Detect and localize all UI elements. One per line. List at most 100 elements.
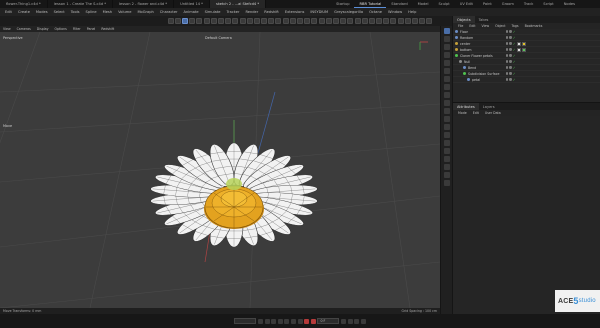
document-tab[interactable]: flower-Thing1.c4d * <box>0 0 48 8</box>
menu-select[interactable]: Select <box>51 10 68 14</box>
z-axis-button[interactable] <box>232 18 239 24</box>
object-name[interactable]: Random <box>460 36 473 40</box>
render-visibility-dot[interactable] <box>509 36 512 39</box>
menu-character[interactable]: Character <box>157 10 181 14</box>
objects-menu-view[interactable]: View <box>479 24 493 28</box>
editor-visibility-dot[interactable] <box>506 72 509 75</box>
points-icon[interactable] <box>443 36 450 42</box>
layout-tab-nodes[interactable]: Nodes <box>559 0 580 8</box>
bend-button[interactable] <box>297 18 303 24</box>
layout-tab-standard[interactable]: Standard <box>386 0 412 8</box>
material-tag-icon[interactable] <box>521 47 526 52</box>
tag-icon[interactable] <box>516 41 521 46</box>
menu-tracker[interactable]: Tracker <box>223 10 242 14</box>
viewport-projection-label[interactable]: Perspective <box>3 36 23 40</box>
snapping-button[interactable] <box>376 18 383 24</box>
edges-icon[interactable] <box>443 44 450 50</box>
key-rotation-button[interactable] <box>354 318 360 324</box>
render-visibility-dot[interactable] <box>509 48 512 51</box>
enabled-check-icon[interactable]: ✓ <box>513 30 516 34</box>
objects-menu-tags[interactable]: Tags <box>509 24 522 28</box>
objects-menu-object[interactable]: Object <box>492 24 508 28</box>
render-picture-viewer-button[interactable] <box>253 18 260 24</box>
editor-visibility-dot[interactable] <box>506 60 509 63</box>
brush-icon[interactable] <box>443 116 450 122</box>
render-visibility-dot[interactable] <box>509 42 512 45</box>
key-position-button[interactable] <box>347 318 353 324</box>
object-row[interactable]: petal ✓ <box>453 77 600 83</box>
go-to-start-button[interactable] <box>257 318 263 324</box>
layout-tab-startup[interactable]: Startup <box>331 0 354 8</box>
viewport-menu-options[interactable]: Options <box>52 27 70 31</box>
objects-menu-file[interactable]: File <box>455 24 466 28</box>
menu-extensions[interactable]: Extensions <box>282 10 308 14</box>
subdivision-surface-button[interactable] <box>282 18 289 24</box>
layout-tab-groom[interactable]: Groom <box>497 0 519 8</box>
tag-icon[interactable] <box>516 47 521 52</box>
objects-menu-bookmarks[interactable]: Bookmarks <box>522 24 546 28</box>
layout-tab-sculpt[interactable]: Sculpt <box>433 0 454 8</box>
editor-visibility-dot[interactable] <box>506 42 509 45</box>
render-visibility-dot[interactable] <box>509 54 512 57</box>
object-name[interactable]: Cloner Flower petals <box>460 54 493 58</box>
enabled-check-icon[interactable]: ✓ <box>513 78 516 82</box>
edit-render-settings-button[interactable] <box>261 18 268 24</box>
octane-button[interactable] <box>426 18 433 24</box>
object-name[interactable]: Bend <box>468 66 476 70</box>
recent-tools-button[interactable] <box>210 18 217 24</box>
object-mode-icon[interactable] <box>443 68 450 74</box>
layout-tab-paint[interactable]: Paint <box>478 0 497 8</box>
viewport-menu-view[interactable]: View <box>0 27 14 31</box>
model-mode-button[interactable] <box>332 18 339 24</box>
axis-icon[interactable] <box>443 84 450 90</box>
render-visibility-dot[interactable] <box>509 78 512 81</box>
next-key-button[interactable] <box>290 318 296 324</box>
workplane-icon[interactable] <box>443 108 450 114</box>
live-select-button[interactable] <box>182 18 188 24</box>
viewport-menu-redshift[interactable]: Redshift <box>98 27 117 31</box>
document-tab[interactable]: sketch 2 - ...ai Stefcd4 * <box>209 0 267 8</box>
prev-frame-button[interactable] <box>271 318 277 324</box>
points-mode-button[interactable] <box>340 18 347 24</box>
layout-tab-rbr-tutorial[interactable]: RBR Tutorial <box>354 0 387 8</box>
3d-viewport[interactable]: Perspective Default Camera Move <box>0 32 440 308</box>
y-axis-button[interactable] <box>225 18 232 24</box>
cube-button[interactable] <box>268 18 275 24</box>
autokey-button[interactable] <box>310 318 316 324</box>
scale-button[interactable] <box>196 18 203 24</box>
edges-mode-button[interactable] <box>347 18 354 24</box>
menu-insydium[interactable]: INSYDIUM <box>307 10 331 14</box>
next-frame-button[interactable] <box>284 318 290 324</box>
layer-icon[interactable] <box>443 156 450 162</box>
sculpt-icon[interactable] <box>443 124 450 130</box>
play-button[interactable] <box>277 318 283 324</box>
editor-visibility-dot[interactable] <box>506 66 509 69</box>
layout-tab-uv-edit[interactable]: UV Edit <box>455 0 478 8</box>
viewport-camera-label[interactable]: Default Camera <box>205 36 232 40</box>
tab-takes[interactable]: Takes <box>475 16 493 23</box>
objects-menu-edit[interactable]: Edit <box>466 24 478 28</box>
attributes-menu-mode[interactable]: Mode <box>455 111 470 115</box>
editor-visibility-dot[interactable] <box>506 78 509 81</box>
light-button[interactable] <box>318 18 325 24</box>
object-name[interactable]: Null <box>464 60 470 64</box>
render-visibility-dot[interactable] <box>509 72 512 75</box>
viewport-solo-button[interactable] <box>404 18 411 24</box>
object-name[interactable]: petal <box>472 78 480 82</box>
menu-tools[interactable]: Tools <box>68 10 83 14</box>
render-icon[interactable] <box>443 180 450 186</box>
soft-selection-icon[interactable] <box>443 92 450 98</box>
editor-visibility-dot[interactable] <box>506 36 509 39</box>
snap-icon[interactable] <box>443 100 450 106</box>
lock-workplane-button[interactable] <box>397 18 404 24</box>
start-frame-field[interactable] <box>234 318 257 324</box>
menu-redshift[interactable]: Redshift <box>261 10 282 14</box>
editor-visibility-dot[interactable] <box>506 30 509 33</box>
menu-render[interactable]: Render <box>242 10 261 14</box>
material-icon[interactable] <box>443 148 450 154</box>
viewport-menu-cameras[interactable]: Cameras <box>14 27 34 31</box>
prev-key-button[interactable] <box>264 318 270 324</box>
rotate-button[interactable] <box>203 18 210 24</box>
render-visibility-dot[interactable] <box>509 30 512 33</box>
layout-tab-script[interactable]: Script <box>538 0 558 8</box>
